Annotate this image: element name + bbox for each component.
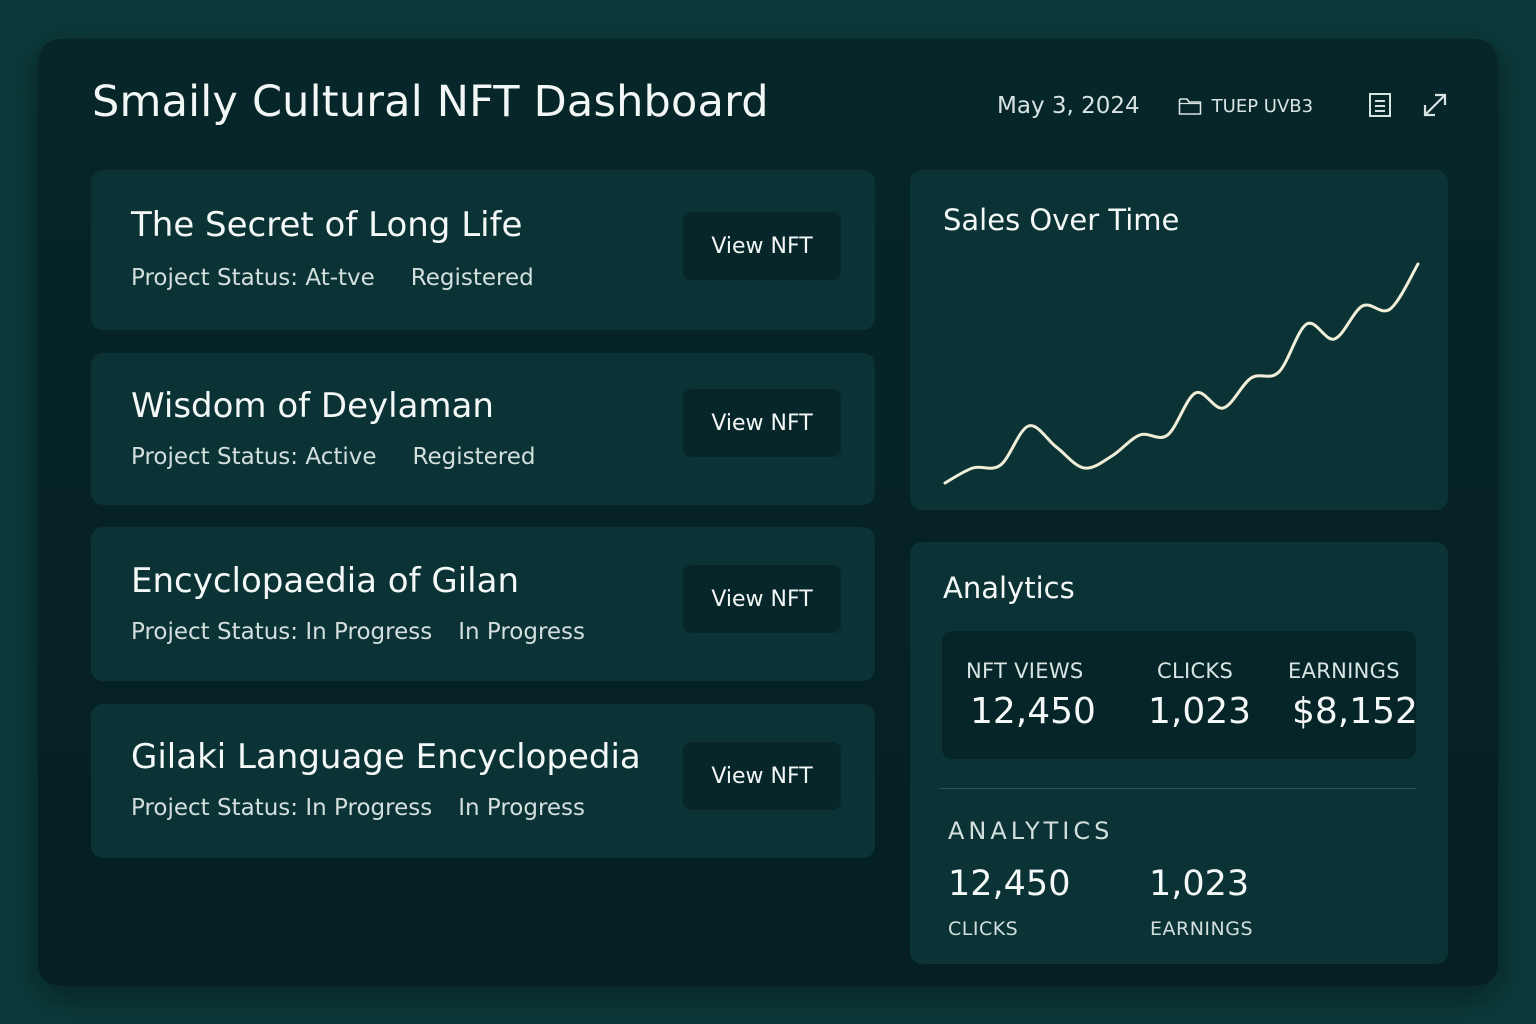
secondary-value-earnings: 1,023 bbox=[1149, 864, 1250, 904]
project-status: Project Status: In Progress In Progress bbox=[131, 795, 585, 821]
project-card: The Secret of Long Life Project Status: … bbox=[91, 170, 875, 330]
status-value: Active bbox=[305, 444, 377, 470]
page-title: Smaily Cultural NFT Dashboard bbox=[92, 77, 769, 127]
status-label: Project Status: bbox=[131, 444, 299, 470]
view-nft-button[interactable]: View NFT bbox=[683, 742, 841, 810]
status-label: Project Status: bbox=[131, 795, 299, 821]
document-button[interactable] bbox=[1365, 90, 1395, 120]
project-title: Gilaki Language Encyclopedia bbox=[131, 737, 641, 777]
project-status: Project Status: In Progress In Progress bbox=[131, 619, 585, 645]
analytics-panel: Analytics NFT VIEWS 12,450 CLICKS 1,023 … bbox=[910, 542, 1448, 964]
folder-icon bbox=[1178, 97, 1202, 116]
status-value: At-tve bbox=[305, 265, 375, 291]
view-nft-button[interactable]: View NFT bbox=[683, 389, 841, 457]
project-tag: In Progress bbox=[458, 795, 586, 821]
project-tag: Registered bbox=[412, 444, 536, 470]
status-value: In Progress bbox=[305, 619, 433, 645]
analytics-title: Analytics bbox=[943, 571, 1075, 605]
project-title: The Secret of Long Life bbox=[131, 205, 523, 245]
sales-chart-panel: Sales Over Time bbox=[910, 170, 1448, 510]
project-title: Wisdom of Deylaman bbox=[131, 386, 494, 426]
secondary-label-clicks: CLICKS bbox=[948, 918, 1019, 940]
secondary-heading: ANALYTICS bbox=[948, 817, 1114, 845]
folder-selector[interactable]: TUEP UVB3 bbox=[1178, 96, 1313, 117]
sales-chart bbox=[943, 262, 1420, 485]
header-meta: May 3, 2024 TUEP UVB3 bbox=[997, 89, 1313, 123]
folder-label: TUEP UVB3 bbox=[1211, 95, 1314, 117]
secondary-label-earnings: EARNINGS bbox=[1150, 918, 1254, 940]
stat-label-earnings: EARNINGS bbox=[1288, 659, 1400, 683]
project-card: Gilaki Language Encyclopedia Project Sta… bbox=[91, 704, 875, 858]
project-status: Project Status: At-tve Registered bbox=[131, 265, 534, 291]
stat-value-nft-views: 12,450 bbox=[970, 691, 1096, 732]
project-status: Project Status: Active Registered bbox=[131, 444, 535, 470]
project-tag: In Progress bbox=[458, 619, 586, 645]
stats-summary: NFT VIEWS 12,450 CLICKS 1,023 EARNINGS $… bbox=[942, 631, 1418, 759]
status-label: Project Status: bbox=[131, 619, 299, 645]
dashboard-window: Smaily Cultural NFT Dashboard May 3, 202… bbox=[38, 39, 1498, 986]
secondary-value-clicks: 12,450 bbox=[948, 864, 1071, 904]
status-value: In Progress bbox=[305, 795, 433, 821]
view-nft-button[interactable]: View NFT bbox=[683, 212, 841, 280]
document-icon bbox=[1368, 92, 1392, 118]
divider bbox=[939, 788, 1417, 789]
project-tag: Registered bbox=[410, 265, 534, 291]
stat-value-earnings: $8,152 bbox=[1292, 691, 1418, 732]
expand-button[interactable] bbox=[1420, 90, 1450, 120]
project-title: Encyclopaedia of Gilan bbox=[131, 561, 519, 601]
sales-series-line bbox=[943, 262, 1420, 485]
expand-icon bbox=[1422, 92, 1448, 118]
project-card: Encyclopaedia of Gilan Project Status: I… bbox=[91, 527, 875, 681]
project-card: Wisdom of Deylaman Project Status: Activ… bbox=[91, 353, 875, 505]
date-display: May 3, 2024 bbox=[997, 93, 1140, 119]
view-nft-button[interactable]: View NFT bbox=[683, 565, 841, 633]
stat-label-clicks: CLICKS bbox=[1157, 659, 1234, 683]
stat-label-nft-views: NFT VIEWS bbox=[966, 659, 1084, 683]
status-label: Project Status: bbox=[131, 265, 299, 291]
stat-value-clicks: 1,023 bbox=[1148, 691, 1252, 732]
